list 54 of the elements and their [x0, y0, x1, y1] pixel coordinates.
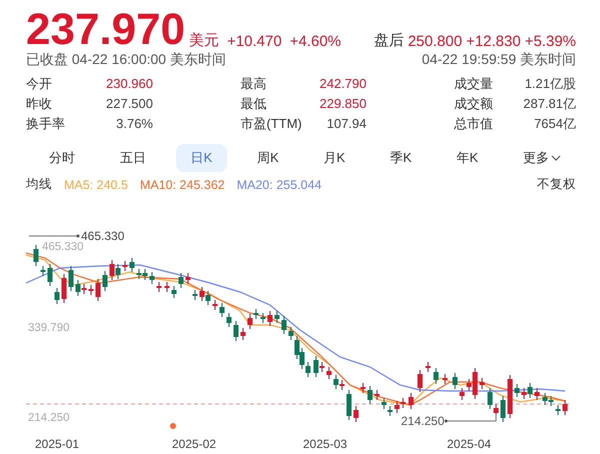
chart-period-tab[interactable]: 周K — [242, 144, 294, 172]
stat-label: 市盈(TTM) — [240, 115, 302, 133]
chevron-down-icon — [550, 155, 561, 161]
chart-period-tab[interactable]: 分时 — [34, 144, 90, 172]
x-axis-label: 2025-04 — [447, 437, 492, 451]
high-marker-leader-line — [28, 234, 80, 238]
x-axis-label: 2025-03 — [303, 437, 348, 451]
chart-period-tab[interactable]: 更多 — [508, 144, 576, 172]
stat-value: 107.94 — [326, 115, 366, 133]
stat-value: 227.500 — [106, 95, 153, 113]
stat-value: 7654亿 — [534, 115, 576, 133]
x-axis-label: 2025-02 — [172, 437, 216, 451]
y-axis-label: 214.250 — [28, 412, 70, 424]
after-hours-change-percent: +5.39% — [524, 33, 576, 50]
stat-label: 今开 — [26, 75, 52, 93]
low-marker-leader-line — [444, 414, 496, 422]
stat-value: 229.850 — [320, 95, 366, 113]
chart-period-tab[interactable]: 日K — [176, 144, 228, 172]
after-hours-price: 250.800 — [408, 33, 462, 50]
currency: 美元 — [189, 31, 220, 50]
stat-value: 230.960 — [106, 75, 153, 93]
high-price-marker: 465.330 — [81, 229, 124, 243]
adjustment-selector[interactable]: 不复权 — [537, 176, 576, 193]
chart-period-tab[interactable]: 月K — [308, 144, 360, 172]
stat-label: 昨收 — [26, 95, 52, 113]
stat-label: 换手率 — [26, 115, 65, 133]
ma-legend-label: 均线 — [26, 176, 52, 193]
ma-legend-value: MA20: 255.044 — [236, 178, 322, 192]
x-axis-label: 2025-01 — [35, 437, 80, 451]
stat-label: 最高 — [240, 75, 266, 93]
y-axis-label: 465.330 — [42, 241, 84, 253]
ma-legend-value: MA10: 245.362 — [140, 178, 225, 192]
after-hours-label: 盘后 — [374, 31, 404, 50]
chart-period-tab[interactable]: 五日 — [104, 144, 161, 172]
chart-period-tab[interactable]: 年K — [441, 144, 494, 172]
stat-label: 总市值 — [454, 115, 493, 133]
stat-label: 成交量 — [454, 75, 493, 93]
stock-price: 237.970 — [26, 10, 186, 50]
stat-value: 3.76% — [116, 115, 153, 133]
stat-label: 成交额 — [454, 95, 493, 113]
stat-value: 1.21亿股 — [524, 75, 576, 93]
ma-legend-value: MA5: 240.5 — [64, 178, 128, 192]
stat-value: 242.790 — [320, 75, 366, 93]
after-hours-time: 04-22 19:59:59 美东时间 — [422, 50, 576, 68]
chart-period-tab[interactable]: 季K — [375, 144, 427, 172]
after-hours-change: +12.830 — [466, 33, 521, 50]
price-change-percent: +4.60% — [290, 33, 341, 50]
low-price-marker: 214.250 — [401, 414, 444, 428]
stat-label: 最低 — [240, 95, 266, 113]
price-change: +10.470 — [227, 33, 282, 50]
event-dot-icon — [170, 423, 176, 429]
market-status: 已收盘 04-22 16:00:00 美东时间 — [26, 50, 226, 68]
stat-value: 287.81亿 — [523, 95, 576, 113]
y-axis-label: 339.790 — [28, 322, 70, 334]
